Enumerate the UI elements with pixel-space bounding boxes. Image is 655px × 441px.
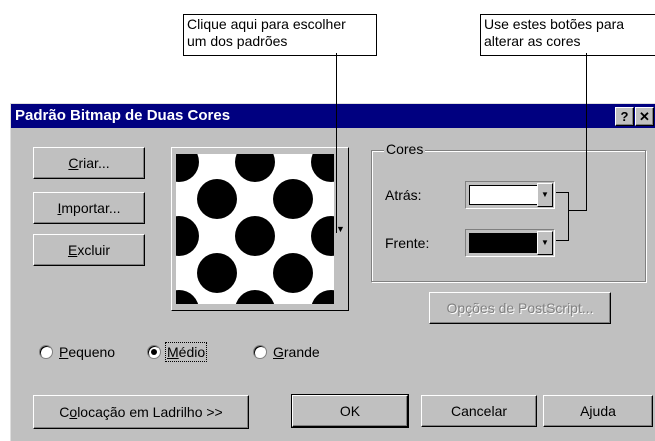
colors-group: Cores Atrás: ▼ Frente: ▼ [371, 141, 646, 282]
callout-colors-line1: Use estes botões para [484, 16, 625, 32]
postscript-options-button[interactable]: Opções de PostScript... [429, 292, 611, 324]
two-color-bitmap-dialog: Padrão Bitmap de Duas Cores ? ✕ Criar...… [10, 103, 655, 441]
help-title-button[interactable]: ? [615, 107, 634, 126]
radio-medium-indicator [147, 345, 161, 359]
radio-small-indicator [39, 345, 53, 359]
delete-button[interactable]: Excluir [33, 234, 145, 266]
postscript-options-label: Opções de PostScript... [446, 300, 594, 316]
title-bar: Padrão Bitmap de Duas Cores ? ✕ [11, 104, 655, 128]
colors-group-title: Cores [384, 141, 426, 157]
back-color-picker[interactable]: ▼ [465, 181, 555, 209]
help-icon: ? [620, 109, 629, 124]
radio-medium[interactable]: Médio [147, 342, 208, 362]
radio-large-label: Grande [273, 344, 320, 360]
back-color-label: Atrás: [385, 187, 422, 203]
triangle-down-icon[interactable]: ▼ [537, 231, 553, 255]
cancel-button-label: Cancelar [450, 403, 508, 419]
back-color-swatch [469, 185, 538, 205]
ok-button[interactable]: OK [291, 394, 409, 428]
callout-patterns-line1: Clique aqui para escolher [187, 16, 346, 32]
callout-colors: Use estes botões para alterar as cores [480, 14, 655, 56]
dialog-title: Padrão Bitmap de Duas Cores [15, 107, 231, 124]
cancel-button[interactable]: Cancelar [421, 395, 537, 427]
triangle-down-icon: ▼ [336, 224, 345, 234]
front-color-swatch [469, 233, 538, 253]
callout-colors-line2: alterar as cores [484, 33, 581, 49]
import-button-label: Importar... [57, 200, 121, 216]
tiling-button-label: Colocação em Ladrilho >> [59, 404, 223, 420]
callout-colors-bracket-vertical [568, 192, 569, 240]
help-button[interactable]: Ajuda [543, 395, 653, 427]
help-button-label: Ajuda [580, 403, 616, 419]
front-color-label: Frente: [385, 235, 430, 251]
callout-colors-bracket-top [556, 192, 569, 193]
triangle-down-icon[interactable]: ▼ [537, 183, 553, 207]
callout-colors-bracket-bottom [556, 240, 569, 241]
radio-large[interactable]: Grande [253, 344, 320, 360]
tiling-button[interactable]: Colocação em Ladrilho >> [33, 395, 249, 429]
create-button[interactable]: Criar... [33, 147, 145, 179]
close-button[interactable]: ✕ [635, 107, 654, 126]
radio-large-indicator [253, 345, 267, 359]
import-button[interactable]: Importar... [33, 192, 145, 224]
radio-medium-label: Médio [164, 342, 208, 362]
delete-button-label: Excluir [67, 242, 110, 258]
front-color-picker[interactable]: ▼ [465, 229, 555, 257]
callout-colors-leader-horizontal [568, 210, 587, 211]
callout-patterns-line2: um dos padrões [187, 33, 288, 49]
callout-colors-leader-vertical [586, 53, 587, 211]
close-icon: ✕ [639, 109, 650, 124]
ok-button-label: OK [339, 403, 361, 419]
radio-small-label: Pequeno [59, 344, 116, 360]
radio-small[interactable]: Pequeno [39, 344, 115, 360]
dots-pattern-icon [176, 154, 334, 304]
pattern-picker[interactable]: ▼ [171, 147, 349, 311]
create-button-label: Criar... [68, 155, 110, 171]
callout-patterns: Clique aqui para escolher um dos padrões [183, 14, 377, 56]
callout-patterns-leader [336, 53, 337, 233]
